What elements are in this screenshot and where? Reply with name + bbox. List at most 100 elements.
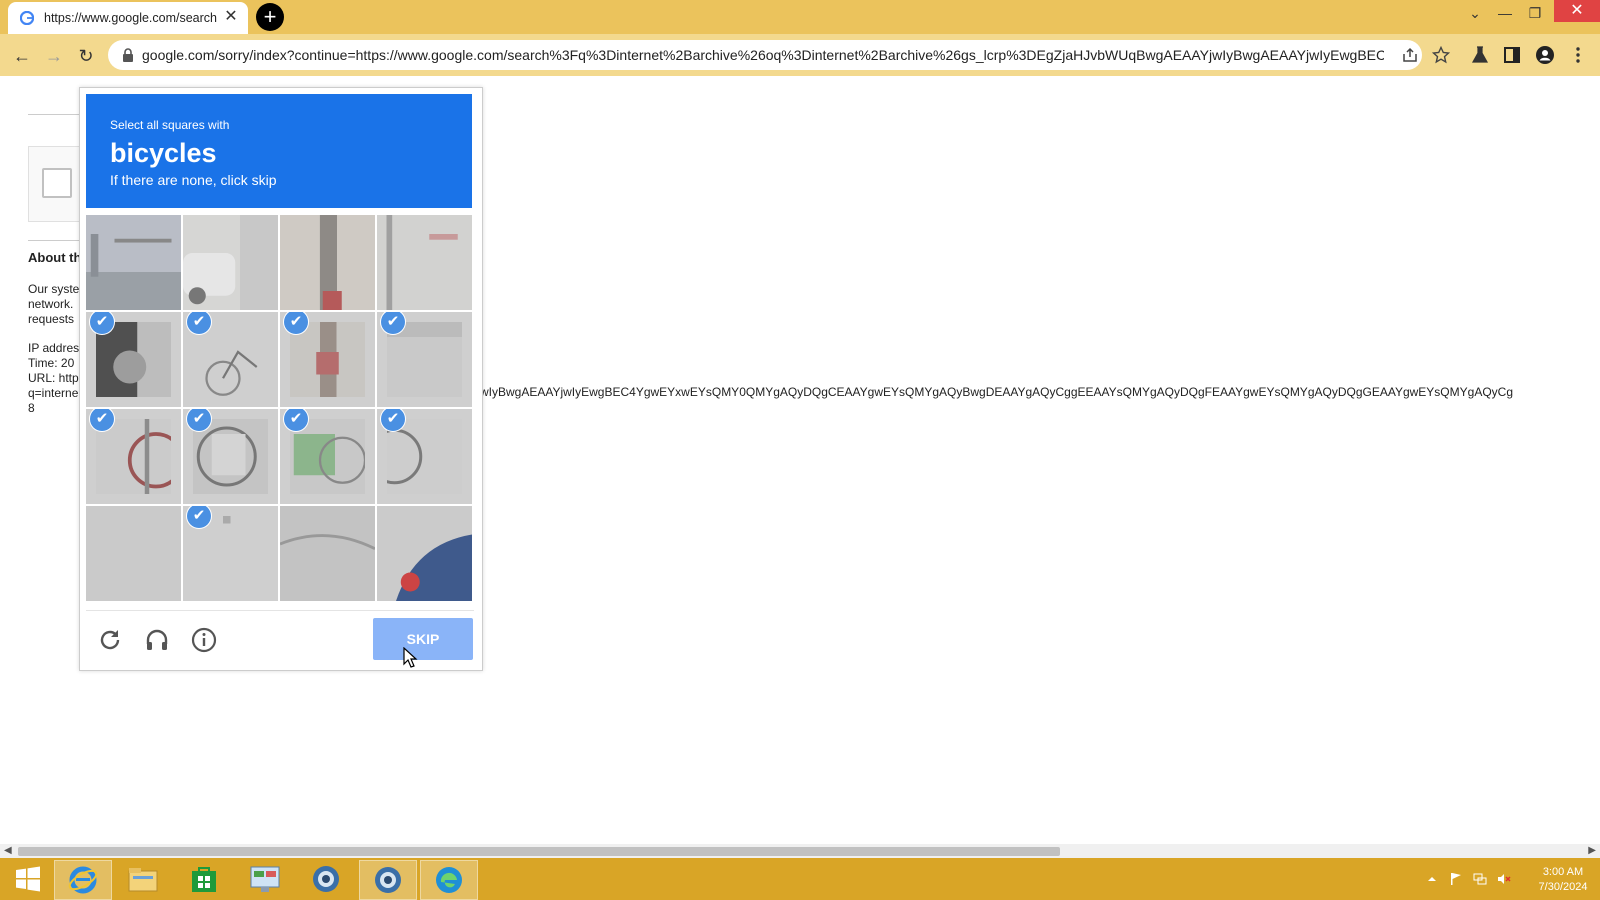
taskbar-internet-explorer[interactable]: [54, 860, 112, 900]
store-bag-icon: [192, 867, 216, 892]
tile-image: [183, 215, 278, 310]
captcha-tile[interactable]: ✔: [86, 312, 181, 407]
horizontal-scrollbar[interactable]: ◀ ▶: [0, 844, 1600, 858]
page-text-line: network.: [28, 297, 74, 311]
back-icon[interactable]: ←: [10, 44, 34, 68]
bookmark-star-icon[interactable]: [1432, 46, 1450, 64]
captcha-tile[interactable]: [86, 215, 181, 310]
page-text-line: requests: [28, 312, 75, 326]
skip-button[interactable]: SKIP: [373, 618, 473, 660]
info-icon[interactable]: [190, 626, 218, 654]
captcha-tile[interactable]: [86, 506, 181, 601]
taskbar-control-panel[interactable]: [237, 860, 293, 898]
tile-image: [387, 322, 462, 397]
captcha-challenge-dialog: Select all squares with bicycles If ther…: [79, 87, 483, 671]
tile-image: [290, 419, 365, 494]
image-grid: ✔ ✔ ✔ ✔ ✔ ✔ ✔ ✔ ✔: [86, 215, 474, 603]
page-text-line: q=interne: [28, 386, 79, 400]
start-button[interactable]: [0, 860, 56, 898]
taskbar-file-explorer[interactable]: [115, 860, 171, 898]
url-text[interactable]: google.com/sorry/index?continue=https://…: [142, 47, 1384, 63]
captcha-tile[interactable]: ✔: [86, 409, 181, 504]
side-panel-icon[interactable]: [1502, 45, 1522, 65]
mouse-cursor-icon: [403, 647, 418, 668]
internet-explorer-icon: [68, 866, 98, 894]
instruction-subtext: If there are none, click skip: [110, 172, 277, 188]
captcha-tile[interactable]: [377, 506, 472, 601]
tile-image: [86, 215, 181, 310]
restore-icon[interactable]: ❐: [1520, 2, 1550, 24]
scroll-right-icon[interactable]: ▶: [1588, 845, 1596, 856]
speaker-muted-icon[interactable]: [1497, 872, 1511, 886]
lock-icon[interactable]: [120, 47, 136, 63]
audio-challenge-icon[interactable]: [143, 626, 171, 654]
recaptcha-checkbox[interactable]: [42, 168, 72, 198]
windows-logo-icon: [16, 866, 40, 892]
tile-image: [193, 516, 268, 591]
browser-tab[interactable]: https://www.google.com/search ✕: [8, 2, 248, 34]
clock-date: 7/30/2024: [1538, 881, 1588, 893]
captcha-tile[interactable]: [377, 215, 472, 310]
folder-icon: [128, 868, 158, 892]
page-text-line: 8: [28, 401, 35, 415]
globe-app-icon: [375, 867, 401, 893]
window-close-icon[interactable]: ✕: [1554, 0, 1600, 22]
new-tab-button[interactable]: +: [256, 3, 284, 31]
tile-image: [193, 322, 268, 397]
tile-image: [280, 215, 375, 310]
minimize-icon[interactable]: —: [1490, 2, 1520, 24]
edge-browser-icon: [436, 867, 462, 893]
taskbar-edge[interactable]: [420, 860, 478, 900]
tab-title: https://www.google.com/search: [44, 11, 217, 25]
system-clock[interactable]: 3:00 AM 7/30/2024: [1530, 865, 1596, 895]
menu-kebab-icon[interactable]: [1568, 45, 1588, 65]
action-center-flag-icon[interactable]: [1449, 872, 1463, 886]
captcha-tile[interactable]: ✔: [377, 409, 472, 504]
tab-close-icon[interactable]: ✕: [222, 8, 240, 26]
request-url-text: wIyBwgAEAAYjwIyEwgBEC4YgwEYxwEYsQMY0QMYg…: [480, 385, 1513, 399]
share-icon[interactable]: [1401, 46, 1419, 64]
control-panel-icon: [250, 866, 280, 892]
captcha-tile[interactable]: [280, 506, 375, 601]
tile-image: [96, 419, 171, 494]
reload-challenge-icon[interactable]: [96, 626, 124, 654]
captcha-tile[interactable]: [280, 215, 375, 310]
taskbar-app[interactable]: [298, 860, 354, 898]
tile-image: [387, 419, 462, 494]
tile-image: [86, 506, 181, 601]
scroll-left-icon[interactable]: ◀: [4, 845, 12, 856]
instruction-text: Select all squares with: [110, 118, 230, 132]
captcha-tile[interactable]: ✔: [183, 409, 278, 504]
page-text-line: Time: 20: [28, 356, 75, 370]
footer-divider: [86, 610, 474, 611]
globe-app-icon: [313, 866, 339, 892]
show-hidden-icons-icon[interactable]: [1425, 872, 1439, 886]
google-favicon-icon: [20, 11, 34, 25]
taskbar-store[interactable]: [176, 860, 232, 898]
tile-image: [377, 215, 472, 310]
challenge-header: Select all squares with bicycles If ther…: [86, 94, 472, 208]
tile-image: [193, 419, 268, 494]
network-icon[interactable]: [1473, 872, 1487, 886]
labs-flask-icon[interactable]: [1470, 45, 1490, 65]
page-text-line: IP addres: [28, 341, 80, 355]
profile-avatar-icon[interactable]: [1535, 45, 1555, 65]
page-text-line: Our syste: [28, 282, 80, 296]
tile-image: [290, 322, 365, 397]
about-heading: About th: [28, 250, 82, 265]
forward-icon[interactable]: →: [42, 44, 66, 68]
captcha-tile[interactable]: ✔: [183, 312, 278, 407]
captcha-tile[interactable]: ✔: [280, 312, 375, 407]
captcha-tile[interactable]: ✔: [377, 312, 472, 407]
reload-icon[interactable]: ↻: [74, 44, 98, 68]
tab-search-icon[interactable]: ⌄: [1460, 2, 1490, 24]
page-text-line: URL: http: [28, 371, 79, 385]
taskbar-app-active[interactable]: [359, 860, 417, 900]
tile-image: [280, 506, 375, 601]
captcha-tile[interactable]: ✔: [280, 409, 375, 504]
tile-image: [96, 322, 171, 397]
tile-image: [377, 506, 472, 601]
captcha-tile[interactable]: [183, 215, 278, 310]
captcha-tile[interactable]: ✔: [183, 506, 278, 601]
scrollbar-thumb[interactable]: [18, 847, 1060, 856]
